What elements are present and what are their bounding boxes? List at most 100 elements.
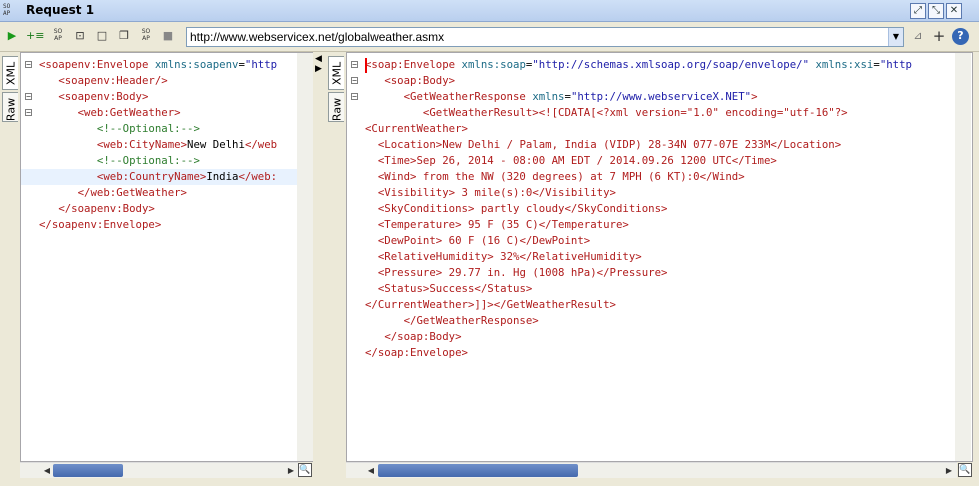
- code-line[interactable]: <SkyConditions> partly cloudy</SkyCondit…: [347, 201, 972, 217]
- code-line[interactable]: <web:GetWeather>: [21, 105, 315, 121]
- response-view-tabs: XML Raw: [326, 52, 344, 486]
- code-token: <!--Optional:-->: [96, 154, 200, 167]
- code-line[interactable]: </soap:Body>: [347, 329, 972, 345]
- code-line[interactable]: <!--Optional:-->: [21, 121, 315, 137]
- code-token: </SkyConditions>: [564, 202, 668, 215]
- soap-icon[interactable]: SO AP: [50, 28, 66, 44]
- endpoint-url-field[interactable]: ▼: [186, 27, 904, 47]
- endpoint-url-input[interactable]: [190, 29, 880, 45]
- code-token: New Delhi / Palam, India (VIDP) 28-34N 0…: [442, 138, 771, 151]
- tab-response-raw[interactable]: Raw: [328, 92, 344, 122]
- detach-icon[interactable]: ⤢: [910, 3, 926, 19]
- fold-toggle-icon[interactable]: −: [25, 61, 32, 69]
- code-token: <GetWeatherResponse: [403, 90, 533, 103]
- zoom-icon[interactable]: 🔍: [298, 463, 312, 477]
- fold-toggle-icon[interactable]: −: [351, 77, 358, 85]
- collapse-right-icon[interactable]: ▶: [315, 64, 322, 74]
- response-code[interactable]: <soap:Envelope xmlns:soap="http://schema…: [347, 53, 972, 461]
- code-token: </web:: [238, 170, 278, 183]
- response-vertical-scrollbar[interactable]: [955, 53, 971, 461]
- code-line[interactable]: <GetWeatherResponse xmlns="http://www.we…: [347, 89, 972, 105]
- code-line[interactable]: <RelativeHumidity> 32%</RelativeHumidity…: [347, 249, 972, 265]
- code-line[interactable]: <soapenv:Envelope xmlns:soapenv="http: [21, 57, 315, 73]
- request-vertical-scrollbar[interactable]: [297, 53, 313, 461]
- scroll-left-icon[interactable]: ◀: [364, 463, 378, 478]
- request-xml-editor[interactable]: <soapenv:Envelope xmlns:soapenv="http − <…: [20, 52, 316, 462]
- code-token: New Delhi: [187, 138, 245, 151]
- code-line[interactable]: <web:CityName>New Delhi</web: [21, 137, 315, 153]
- code-line[interactable]: <DewPoint> 60 F (16 C)</DewPoint>: [347, 233, 972, 249]
- code-line[interactable]: <Wind> from the NW (320 degrees) at 7 MP…: [347, 169, 972, 185]
- code-token: <Pressure>: [377, 266, 443, 279]
- filter-icon[interactable]: ⊿: [910, 28, 926, 44]
- collapse-left-icon[interactable]: ◀: [315, 54, 322, 64]
- close-icon[interactable]: ✕: [946, 3, 962, 19]
- help-icon[interactable]: ?: [952, 28, 969, 45]
- code-line[interactable]: <Time>Sep 26, 2014 - 08:00 AM EDT / 2014…: [347, 153, 972, 169]
- code-line[interactable]: </GetWeatherResponse>: [347, 313, 972, 329]
- stop-square-icon[interactable]: □: [94, 28, 110, 44]
- scroll-thumb[interactable]: [378, 464, 578, 477]
- copy-icon[interactable]: ❐: [116, 28, 132, 44]
- code-line[interactable]: </web:GetWeather>: [21, 185, 315, 201]
- play-icon[interactable]: ▶: [4, 28, 20, 44]
- code-line[interactable]: <soap:Body>: [347, 73, 972, 89]
- code-line[interactable]: <web:CountryName>India</web:: [21, 169, 315, 185]
- fold-toggle-icon[interactable]: −: [25, 109, 32, 117]
- code-line[interactable]: </CurrentWeather>]]></GetWeatherResult>: [347, 297, 972, 313]
- scroll-right-icon[interactable]: ▶: [284, 463, 298, 478]
- code-line[interactable]: <!--Optional:-->: [21, 153, 315, 169]
- code-line[interactable]: </soap:Envelope>: [347, 345, 972, 361]
- code-line[interactable]: </soapenv:Body>: [21, 201, 315, 217]
- response-xml-editor[interactable]: <soap:Envelope xmlns:soap="http://schema…: [346, 52, 973, 462]
- stop-icon[interactable]: ■: [160, 28, 176, 44]
- fold-toggle-icon[interactable]: −: [351, 61, 358, 69]
- plus-icon[interactable]: +: [931, 28, 947, 44]
- code-line[interactable]: <Location>New Delhi / Palam, India (VIDP…: [347, 137, 972, 153]
- panel-splitter[interactable]: ◀ ▶: [313, 52, 325, 486]
- code-token: </GetWeatherResult>: [493, 298, 616, 311]
- code-line[interactable]: <Pressure> 29.77 in. Hg (1008 hPa)</Pres…: [347, 265, 972, 281]
- scroll-thumb[interactable]: [53, 464, 123, 477]
- soap2-icon[interactable]: SO AP: [138, 28, 154, 44]
- tab-response-xml[interactable]: XML: [328, 56, 344, 90]
- code-line[interactable]: <Visibility> 3 mile(s):0</Visibility>: [347, 185, 972, 201]
- code-line[interactable]: <soapenv:Header/>: [21, 73, 315, 89]
- code-token: </DewPoint>: [519, 234, 591, 247]
- code-line[interactable]: <Temperature> 95 F (35 C)</Temperature>: [347, 217, 972, 233]
- code-line[interactable]: <CurrentWeather>: [347, 121, 972, 137]
- tab-request-xml[interactable]: XML: [2, 56, 18, 90]
- fold-toggle-icon[interactable]: −: [25, 93, 32, 101]
- code-line[interactable]: <GetWeatherResult><![CDATA[<?xml version…: [347, 105, 972, 121]
- code-token: <![CDATA[: [538, 106, 597, 119]
- code-token: </Temperature>: [538, 218, 629, 231]
- code-line[interactable]: <Status>Success</Status>: [347, 281, 972, 297]
- scroll-left-icon[interactable]: ◀: [40, 463, 54, 478]
- request-horizontal-scrollbar[interactable]: ◀ ▶: [20, 462, 298, 478]
- fold-toggle-icon[interactable]: −: [351, 93, 358, 101]
- expand-icon[interactable]: ⊡: [72, 28, 88, 44]
- code-token: <Temperature>: [377, 218, 462, 231]
- maximize-icon[interactable]: ⤡: [928, 3, 944, 19]
- code-line[interactable]: </soapenv:Envelope>: [21, 217, 315, 233]
- code-line[interactable]: <soapenv:Body>: [21, 89, 315, 105]
- chevron-down-icon[interactable]: ▼: [888, 28, 903, 46]
- request-code[interactable]: <soapenv:Envelope xmlns:soapenv="http − <…: [21, 53, 315, 461]
- zoom-icon[interactable]: 🔍: [958, 463, 972, 477]
- scroll-right-icon[interactable]: ▶: [942, 463, 956, 478]
- window-title: Request 1: [26, 3, 95, 17]
- response-horizontal-scrollbar[interactable]: ◀ ▶: [346, 462, 957, 478]
- code-line[interactable]: <soap:Envelope xmlns:soap="http://schema…: [347, 57, 972, 73]
- add-assertion-icon[interactable]: +≡: [26, 28, 44, 44]
- code-token: </soap:Body>: [384, 330, 462, 343]
- code-token: 29.77 in. Hg (1008 hPa): [442, 266, 597, 279]
- tab-request-raw[interactable]: Raw: [2, 92, 18, 122]
